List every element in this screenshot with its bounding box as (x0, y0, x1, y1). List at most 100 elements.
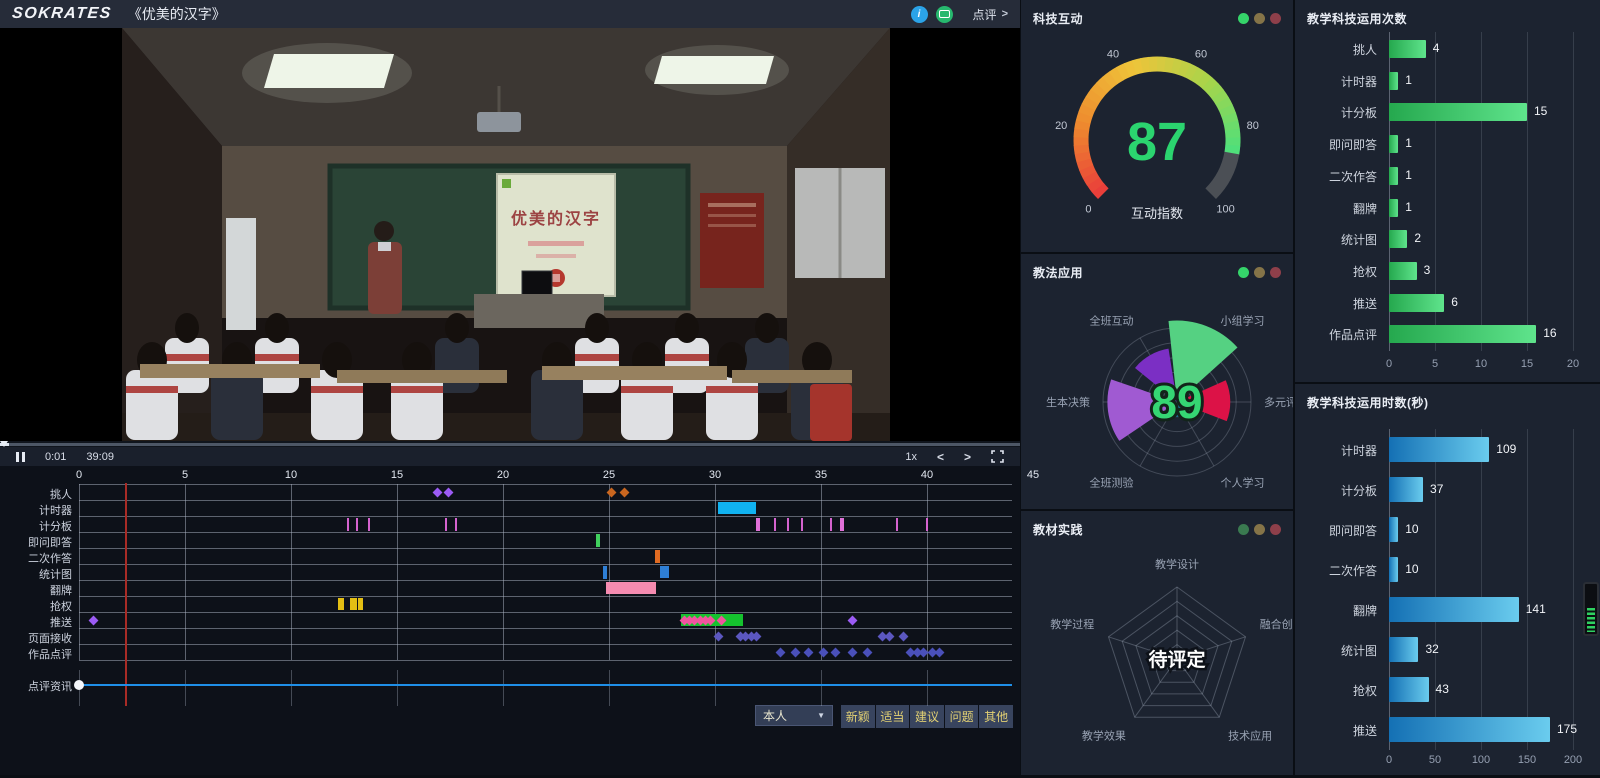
event-diamond[interactable] (620, 487, 630, 497)
event-diamond[interactable] (818, 647, 828, 657)
bar-计时器[interactable] (1389, 72, 1398, 90)
message-icon[interactable] (936, 6, 953, 23)
bar-计时器[interactable] (1389, 437, 1489, 462)
event-diamond[interactable] (899, 631, 909, 641)
event-tick[interactable] (896, 518, 898, 531)
bar-作品点评[interactable] (1389, 325, 1536, 343)
bar-翻牌[interactable] (1389, 199, 1398, 217)
event-tick[interactable] (756, 518, 760, 531)
bar-二次作答[interactable] (1389, 167, 1398, 185)
event-tick[interactable] (347, 518, 349, 531)
bar-计分板[interactable] (1389, 103, 1527, 121)
bar-统计图[interactable] (1389, 230, 1407, 248)
timeline-row-line (79, 564, 1012, 565)
bar-category-label: 推送 (1295, 722, 1377, 739)
uniform-stripe (311, 386, 363, 393)
event-diamond[interactable] (848, 647, 858, 657)
bar-axis-label: 50 (1415, 754, 1455, 766)
event-bar[interactable] (358, 598, 363, 610)
event-diamond[interactable] (848, 615, 858, 625)
event-diamond[interactable] (935, 647, 945, 657)
event-tick[interactable] (445, 518, 447, 531)
event-tick[interactable] (926, 518, 928, 531)
event-diamond[interactable] (803, 647, 813, 657)
pause-button[interactable] (16, 452, 25, 462)
gauge-arc-segment (1083, 114, 1085, 122)
bar-推送[interactable] (1389, 717, 1550, 742)
event-tick[interactable] (655, 550, 660, 563)
gauge-arc-segment (1081, 145, 1082, 153)
rose-axis-label: 全班测验 (1090, 475, 1134, 489)
gauge-arc-segment (1226, 108, 1229, 116)
event-diamond[interactable] (432, 487, 442, 497)
event-diamond[interactable] (776, 647, 786, 657)
timeline-row-line (79, 500, 1012, 501)
event-tick[interactable] (840, 518, 844, 531)
event-tick[interactable] (830, 518, 832, 531)
event-tick[interactable] (596, 534, 600, 547)
bar-category-label: 二次作答 (1295, 168, 1377, 185)
event-bar[interactable] (660, 566, 670, 578)
news-start-dot[interactable] (74, 680, 84, 690)
bar-统计图[interactable] (1389, 637, 1418, 662)
bar-二次作答[interactable] (1389, 557, 1398, 582)
bar-即问即答[interactable] (1389, 517, 1398, 542)
review-link[interactable]: 点评 > (973, 6, 1008, 23)
bar-gridline (1573, 429, 1574, 750)
prev-button[interactable]: < (937, 450, 944, 464)
playhead-marker[interactable] (125, 483, 127, 706)
event-bar[interactable] (338, 598, 344, 610)
event-diamond[interactable] (444, 487, 454, 497)
event-diamond[interactable] (88, 615, 98, 625)
event-bar[interactable] (606, 582, 656, 594)
fullscreen-button[interactable] (991, 450, 1004, 463)
event-tick[interactable] (774, 518, 776, 531)
event-diamond[interactable] (831, 647, 841, 657)
info-icon[interactable]: i (911, 6, 928, 23)
event-tick[interactable] (356, 518, 358, 531)
bar-推送[interactable] (1389, 294, 1444, 312)
event-tick[interactable] (368, 518, 370, 531)
seek-track[interactable] (0, 443, 1020, 446)
bar-即问即答[interactable] (1389, 135, 1398, 153)
bar-翻牌[interactable] (1389, 597, 1519, 622)
gauge-tick-label: 40 (1107, 49, 1119, 61)
news-timeline-line[interactable] (79, 684, 1012, 686)
classroom-video-frame[interactable]: 优美的汉字 (122, 28, 890, 441)
gauge-arc-segment (1213, 88, 1218, 94)
timeline-row-label: 页面接收 (0, 630, 72, 646)
status-dot (1254, 267, 1265, 278)
methods-rose-chart: 多元评价小组学习全班互动生本决策全班测验个人学习89 (1021, 282, 1293, 513)
event-diamond[interactable] (885, 631, 895, 641)
event-diamond[interactable] (863, 647, 873, 657)
event-bar[interactable] (718, 502, 756, 514)
event-tick[interactable] (603, 566, 607, 579)
event-bar[interactable] (350, 598, 356, 610)
event-timeline: 051015202530354045挑人计时器计分板即问即答二次作答统计图翻牌抢… (0, 466, 1020, 775)
next-button[interactable]: > (964, 450, 971, 464)
bar-抢权[interactable] (1389, 262, 1417, 280)
video-player[interactable]: 优美的汉字 (0, 28, 1020, 441)
bar-gridline (1573, 32, 1574, 351)
timeline-axis-tick: 30 (709, 469, 721, 481)
gauge-arc-segment (1097, 88, 1102, 94)
gauge-tick-label: 100 (1216, 204, 1234, 216)
event-diamond[interactable] (606, 487, 616, 497)
bar-value-label: 141 (1526, 602, 1546, 616)
status-dot (1254, 524, 1265, 535)
playback-speed-button[interactable]: 1x (905, 451, 917, 463)
event-diamond[interactable] (791, 647, 801, 657)
student (621, 370, 673, 440)
bar-value-label: 1 (1405, 168, 1412, 182)
bar-挑人[interactable] (1389, 40, 1426, 58)
bar-value-label: 15 (1534, 104, 1547, 118)
news-row-label: 点评资讯 (0, 678, 72, 694)
gauge-arc-segment (1218, 94, 1223, 101)
event-tick[interactable] (455, 518, 457, 531)
uniform-stripe (255, 354, 299, 361)
bar-计分板[interactable] (1389, 477, 1423, 502)
bar-抢权[interactable] (1389, 677, 1429, 702)
event-tick[interactable] (801, 518, 803, 531)
event-tick[interactable] (787, 518, 789, 531)
bar-category-label: 计分板 (1295, 482, 1377, 499)
